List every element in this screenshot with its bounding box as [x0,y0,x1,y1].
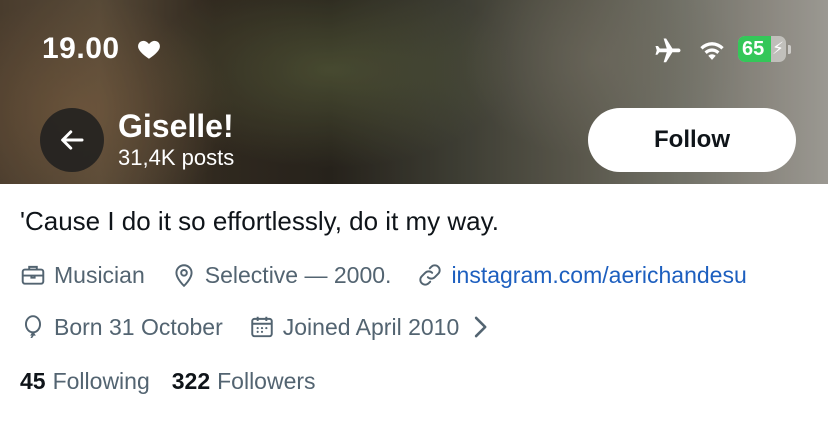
wifi-icon [700,42,724,60]
profile-bio: 'Cause I do it so effortlessly, do it my… [20,206,499,236]
website-link[interactable]: instagram.com/aerichandesu [451,262,746,289]
follow-stats: 45 Following 322 Followers [20,368,338,395]
category-label: Musician [54,261,145,288]
location-pin-icon [175,264,193,288]
follow-button[interactable]: Follow [588,108,796,172]
following-stat[interactable]: 45 Following [20,368,150,395]
balloon-icon [24,315,42,339]
posts-count: 31,4K posts [118,145,235,170]
joined-label: Joined April 2010 [282,313,460,340]
following-count: 45 [20,368,46,394]
profile-meta-row: Musician Selective — 2000. instagram.com… [20,258,773,292]
birthday-item: Born 31 October [20,314,223,341]
category-item: Musician [20,262,145,289]
calendar-icon [251,316,273,338]
following-label: Following [52,368,150,394]
location-label: Selective — 2000. [204,261,392,288]
joined-item[interactable]: Joined April 2010 [249,314,501,341]
chevron-right-icon [475,316,487,338]
airplane-icon [655,38,681,63]
followers-label: Followers [217,368,316,394]
briefcase-icon [21,265,45,285]
link-icon [419,264,442,286]
back-button[interactable] [40,108,104,172]
profile-dates-row: Born 31 October Joined April 2010 [20,310,527,344]
battery-level: 65 [742,38,765,60]
status-bar: 19.00 65 ⚡︎ [0,30,828,70]
battery-icon: 65 ⚡︎ [738,36,792,64]
arrow-left-icon [61,130,84,150]
status-time: 19.00 [42,32,120,65]
profile-name: Giselle! [118,108,234,144]
followers-stat[interactable]: 322 Followers [172,368,316,395]
location-item: Selective — 2000. [171,261,392,289]
birthday-label: Born 31 October [54,313,223,340]
heart-icon [138,40,160,59]
charging-bolt-icon: ⚡︎ [772,39,784,58]
followers-count: 322 [171,368,211,394]
website-item[interactable]: instagram.com/aerichandesu [417,262,747,289]
